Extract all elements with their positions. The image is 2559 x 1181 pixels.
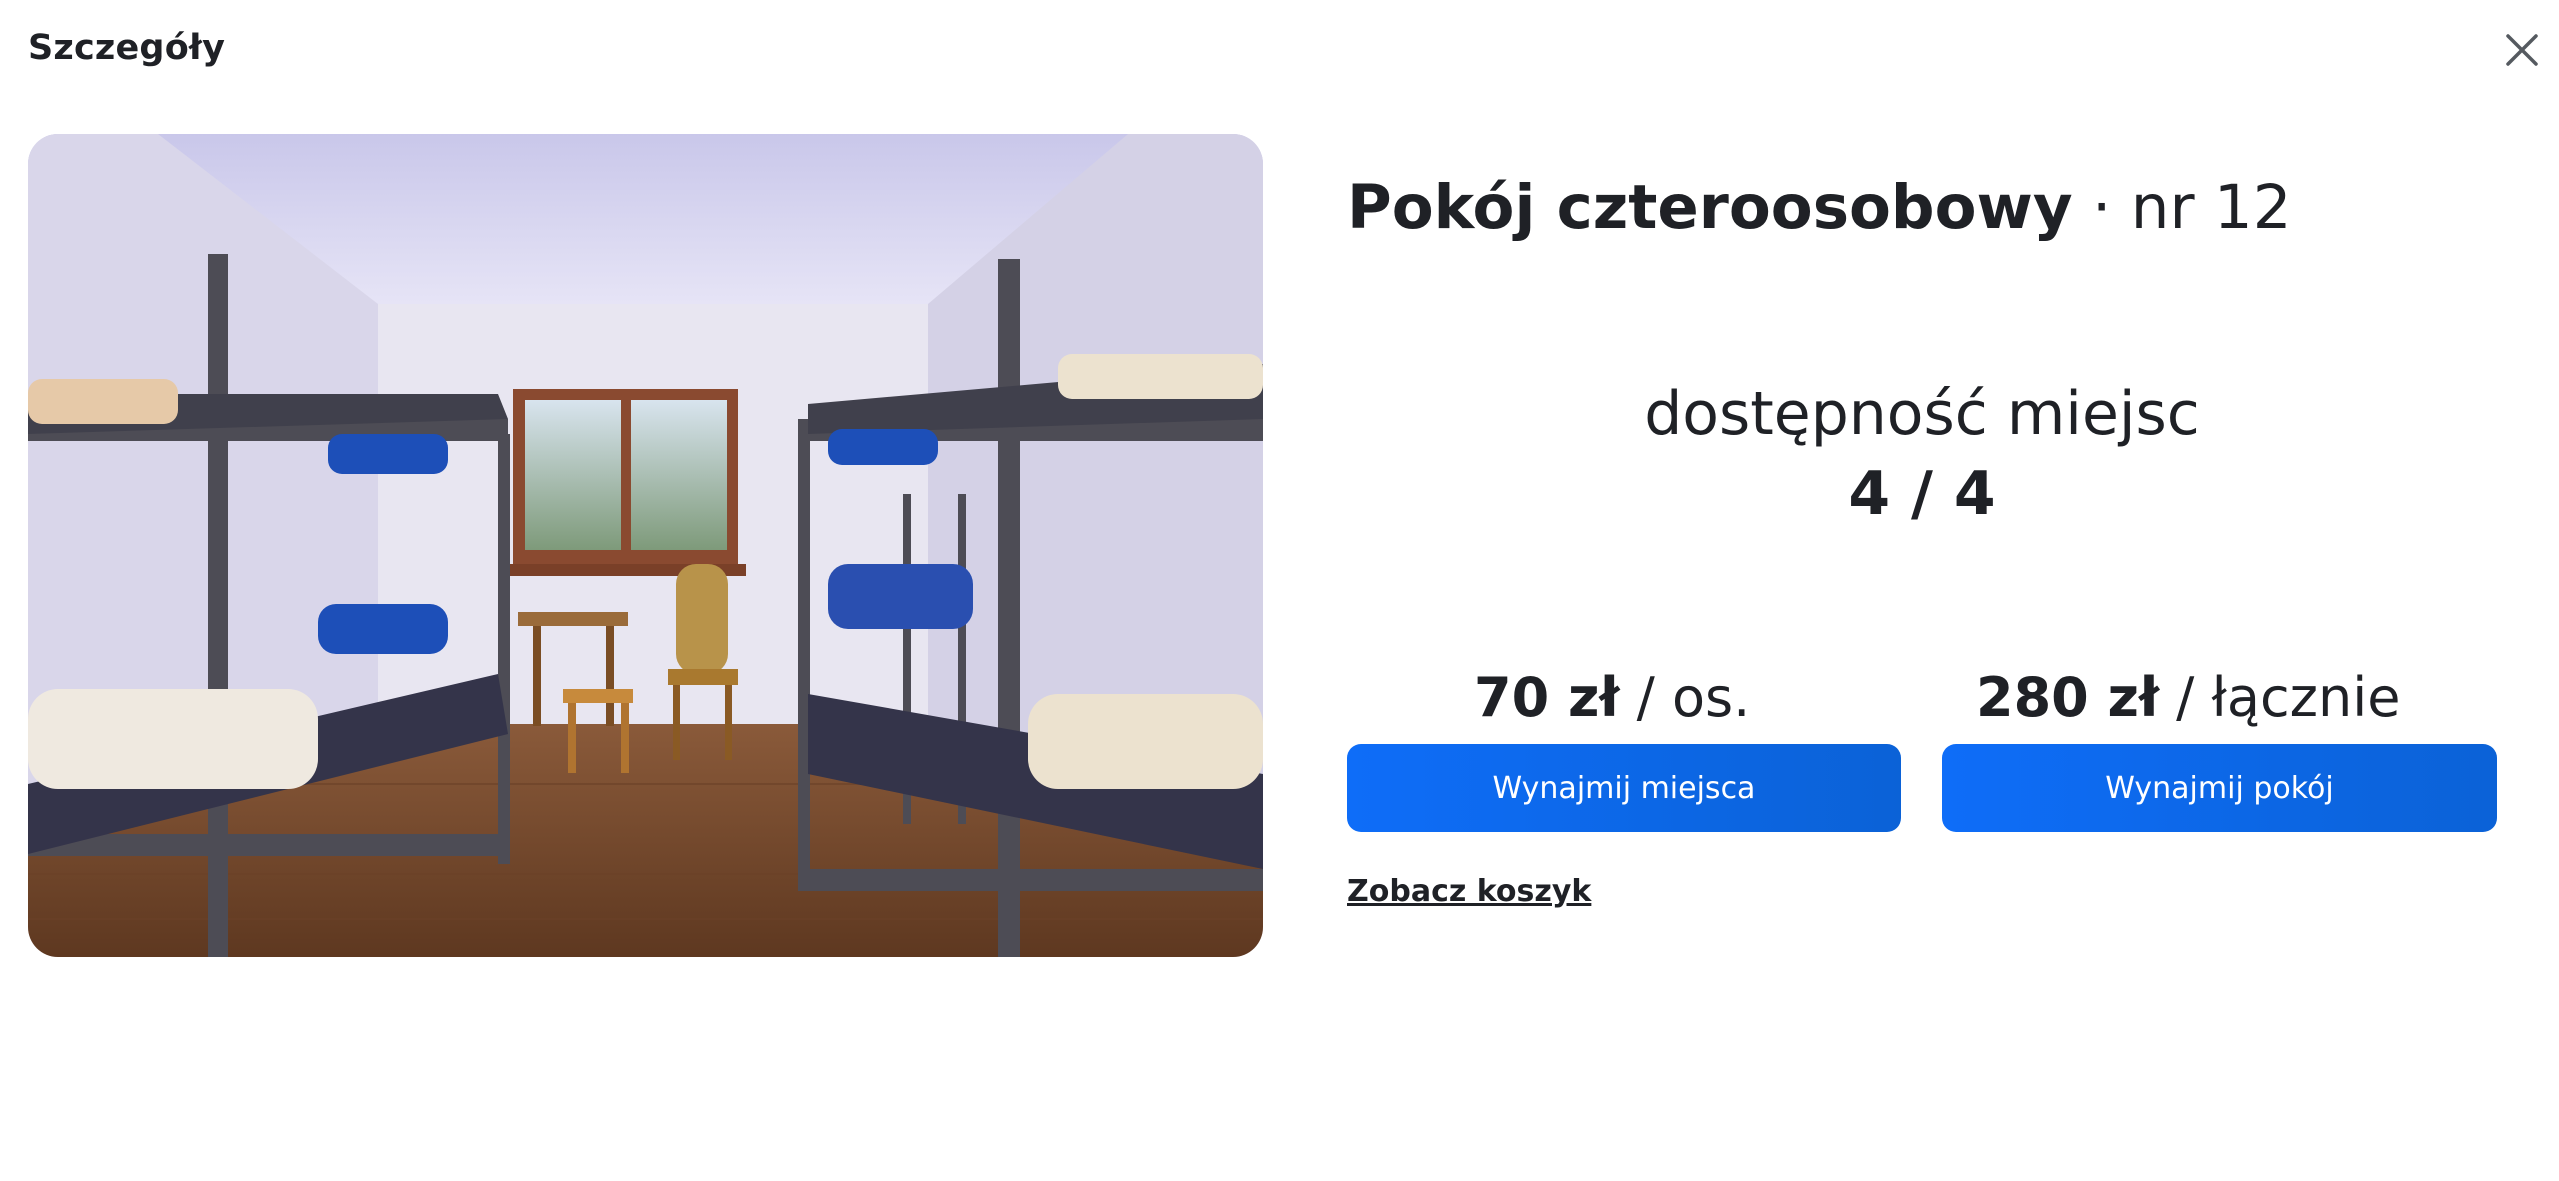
room-photo bbox=[28, 134, 1263, 957]
availability-value: 4 / 4 bbox=[1848, 459, 1996, 529]
availability-block: dostępność miejsc 4 / 4 bbox=[1347, 374, 2497, 534]
price-per-person-unit: / os. bbox=[1619, 666, 1751, 729]
availability-label: dostępność miejsc bbox=[1644, 379, 2200, 449]
rent-room-button[interactable]: Wynajmij pokój bbox=[1942, 744, 2497, 832]
close-icon bbox=[2506, 34, 2538, 66]
price-total-unit: / łącznie bbox=[2159, 666, 2401, 729]
view-cart-link[interactable]: Zobacz koszyk bbox=[1347, 874, 1591, 909]
room-title-separator: · bbox=[2072, 172, 2131, 243]
rent-seats-button[interactable]: Wynajmij miejsca bbox=[1347, 744, 1901, 832]
room-number: nr 12 bbox=[2130, 172, 2292, 243]
price-per-person-amount: 70 zł bbox=[1474, 666, 1620, 729]
price-total: 280 zł / łącznie bbox=[1976, 658, 2400, 738]
modal-title: Szczegóły bbox=[28, 28, 226, 68]
close-button[interactable] bbox=[2500, 28, 2544, 72]
room-title: Pokój czteroosobowy · nr 12 bbox=[1347, 168, 2292, 248]
price-per-person: 70 zł / os. bbox=[1474, 658, 1750, 738]
room-name: Pokój czteroosobowy bbox=[1347, 172, 2073, 243]
price-total-amount: 280 zł bbox=[1976, 666, 2159, 729]
